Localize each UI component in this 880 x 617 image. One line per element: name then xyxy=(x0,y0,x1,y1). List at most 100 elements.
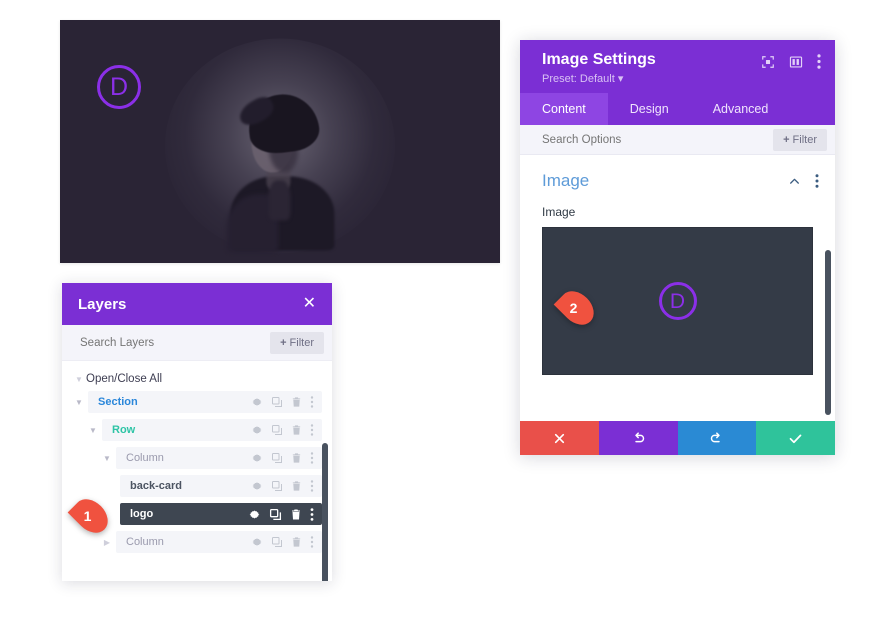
image-field-label: Image xyxy=(542,205,576,220)
ellipsis-icon[interactable] xyxy=(310,507,314,521)
layer-label: Column xyxy=(126,536,164,548)
image-settings-panel: Image Settings Preset: Default ▾ Content… xyxy=(520,40,835,455)
duplicate-icon[interactable] xyxy=(271,396,283,408)
caret-down-icon[interactable]: ▼ xyxy=(100,454,114,463)
marker-number: 2 xyxy=(569,300,578,316)
gear-icon[interactable] xyxy=(251,480,263,492)
plus-icon: + xyxy=(280,336,287,349)
layer-item-row[interactable]: ▼ Row xyxy=(86,419,332,441)
layer-item-section[interactable]: ▼ Section xyxy=(72,391,332,413)
open-close-all-label: Open/Close All xyxy=(86,373,163,385)
layers-panel: Layers ✕ +Filter ▼ Open/Close All ▼ Sect… xyxy=(62,283,332,581)
divi-d-logo-icon: D xyxy=(97,65,141,109)
layout-icon[interactable] xyxy=(789,55,803,69)
trash-icon[interactable] xyxy=(290,508,302,521)
trash-icon[interactable] xyxy=(291,536,302,548)
layer-item-column-2[interactable]: ▶ Column xyxy=(100,531,332,553)
table-row[interactable]: back-card xyxy=(120,475,322,497)
ellipsis-icon[interactable] xyxy=(310,480,314,492)
table-row[interactable]: Section xyxy=(88,391,322,413)
layers-filter-button[interactable]: + Filter xyxy=(270,331,324,354)
website-preview-canvas: D xyxy=(60,20,500,263)
trash-icon[interactable] xyxy=(291,424,302,436)
duplicate-icon[interactable] xyxy=(271,452,283,464)
check-icon xyxy=(789,434,802,443)
settings-tabs: Content Design Advanced xyxy=(520,93,835,126)
caret-right-icon[interactable]: ▶ xyxy=(100,538,114,547)
page-title: Image Settings xyxy=(542,51,656,68)
gear-icon[interactable] xyxy=(251,396,263,408)
duplicate-icon[interactable] xyxy=(271,424,283,436)
layer-item-back-card[interactable]: back-card xyxy=(118,475,332,497)
caret-down-icon[interactable]: ▼ xyxy=(86,426,100,435)
discard-button[interactable] xyxy=(520,421,599,455)
chevron-up-icon[interactable] xyxy=(788,175,801,188)
layers-scrollbar[interactable] xyxy=(322,443,328,581)
layers-search-bar: +Filter xyxy=(62,325,332,361)
layer-label: Section xyxy=(98,396,138,408)
caret-down-icon: ▼ xyxy=(75,374,83,384)
layer-item-column-1[interactable]: ▼ Column xyxy=(100,447,332,469)
redo-icon xyxy=(711,431,721,442)
toggle-section-title: Image xyxy=(542,171,590,191)
caret-down-icon[interactable]: ▼ xyxy=(72,398,86,407)
preset-label: Preset: Default xyxy=(542,73,615,86)
ellipsis-icon[interactable] xyxy=(310,424,314,436)
layer-label: Column xyxy=(126,452,164,464)
settings-filter-label: Filter xyxy=(792,133,817,146)
chevron-down-icon: ▾ xyxy=(617,73,624,86)
trash-icon[interactable] xyxy=(291,480,302,492)
layer-label: back-card xyxy=(130,480,182,492)
search-layers-input[interactable] xyxy=(80,336,271,349)
duplicate-icon[interactable] xyxy=(269,508,282,521)
settings-action-bar xyxy=(520,421,835,455)
marker-number: 1 xyxy=(83,508,92,524)
table-row[interactable]: Row xyxy=(102,419,322,441)
divi-d-logo-icon: D xyxy=(658,282,697,321)
redo-button[interactable] xyxy=(677,421,757,455)
trash-icon[interactable] xyxy=(291,396,302,408)
tab-content[interactable]: Content xyxy=(520,93,608,126)
gear-icon[interactable] xyxy=(248,508,261,521)
image-toggle-header[interactable]: Image xyxy=(520,155,835,199)
ellipsis-icon[interactable] xyxy=(815,174,819,188)
layers-list: ▼ Open/Close All ▼ Section ▼ Row ▼ Colum… xyxy=(62,361,332,581)
gear-icon[interactable] xyxy=(251,452,263,464)
duplicate-icon[interactable] xyxy=(271,536,283,548)
ellipsis-icon[interactable] xyxy=(817,54,821,69)
undo-button[interactable] xyxy=(598,421,678,455)
settings-search-bar: +Filter xyxy=(520,125,835,156)
tab-design[interactable]: Design xyxy=(608,93,691,125)
open-close-all-row[interactable]: ▼ Open/Close All xyxy=(62,369,332,391)
trash-icon[interactable] xyxy=(291,452,302,464)
search-options-input[interactable] xyxy=(542,133,774,146)
layers-panel-header: Layers ✕ xyxy=(62,283,332,325)
step-marker-1: 1 xyxy=(67,492,115,540)
save-button[interactable] xyxy=(756,421,835,455)
focus-icon[interactable] xyxy=(761,55,775,69)
gear-icon[interactable] xyxy=(251,536,263,548)
settings-scrollbar[interactable] xyxy=(825,250,831,416)
plus-icon: + xyxy=(783,133,790,146)
settings-filter-button[interactable]: + Filter xyxy=(773,128,827,151)
layer-label: logo xyxy=(130,508,154,520)
duplicate-icon[interactable] xyxy=(271,480,283,492)
layers-panel-title: Layers xyxy=(78,295,127,313)
portrait-photo xyxy=(222,82,342,253)
preset-selector[interactable]: Preset: Default ▾ xyxy=(542,72,656,85)
gear-icon[interactable] xyxy=(251,424,263,436)
table-row[interactable]: logo xyxy=(120,503,322,525)
x-icon xyxy=(554,433,564,443)
tab-advanced[interactable]: Advanced xyxy=(691,93,791,125)
layer-item-logo[interactable]: logo xyxy=(118,503,332,525)
close-icon[interactable]: ✕ xyxy=(303,296,316,312)
step-marker-2: 2 xyxy=(553,284,601,332)
ellipsis-icon[interactable] xyxy=(310,452,314,464)
ellipsis-icon[interactable] xyxy=(310,396,314,408)
table-row[interactable]: Column xyxy=(116,531,322,553)
settings-panel-header: Image Settings Preset: Default ▾ xyxy=(520,40,835,94)
undo-icon xyxy=(634,431,644,442)
ellipsis-icon[interactable] xyxy=(310,536,314,548)
table-row[interactable]: Column xyxy=(116,447,322,469)
layers-filter-label: Filter xyxy=(289,336,314,349)
